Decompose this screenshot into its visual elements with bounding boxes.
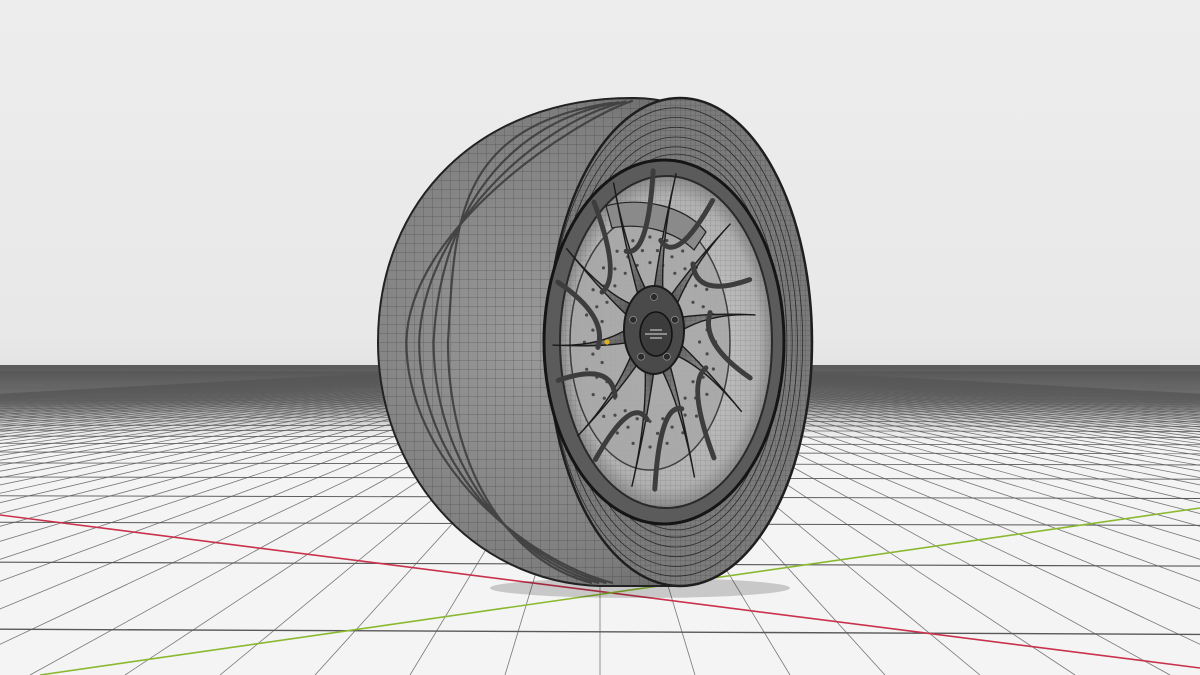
disc-hole: [691, 380, 695, 384]
disc-hole: [585, 367, 589, 371]
disc-hole: [648, 261, 652, 265]
disc-hole: [591, 288, 595, 292]
disc-hole: [626, 425, 630, 429]
disc-hole: [613, 284, 617, 288]
disc-hole: [670, 255, 674, 259]
disc-hole: [681, 249, 685, 253]
lug-nut: [650, 293, 658, 301]
disc-hole: [665, 441, 669, 445]
disc-hole: [648, 235, 652, 239]
disc-hole: [705, 352, 709, 356]
disc-hole: [694, 284, 698, 288]
disc-hole: [631, 441, 635, 445]
disc-hole: [605, 300, 609, 304]
disc-hole: [691, 300, 695, 304]
disc-hole: [600, 360, 604, 365]
disc-hole: [631, 239, 635, 243]
disc-hole: [683, 396, 687, 400]
disc-hole: [673, 271, 677, 275]
disc-hole: [602, 414, 606, 418]
lug-nut: [629, 315, 637, 324]
lug-nut: [671, 315, 679, 324]
disc-hole: [602, 396, 606, 400]
disc-hole: [698, 340, 702, 344]
wheel-rim[interactable]: [542, 158, 786, 526]
valve-stem: [604, 339, 610, 345]
disc-hole: [683, 267, 687, 271]
disc-hole: [601, 266, 606, 270]
disc-hole: [600, 319, 604, 324]
disc-hole: [670, 425, 674, 429]
disc-hole: [623, 409, 627, 413]
disc-hole: [683, 413, 687, 417]
disc-hole: [615, 431, 619, 435]
disc-hole: [595, 305, 599, 309]
disc-hole: [648, 445, 652, 449]
disc-hole: [711, 367, 716, 371]
3d-viewport[interactable]: [0, 0, 1200, 675]
disc-hole: [655, 249, 660, 253]
lug-nut: [637, 352, 645, 361]
disc-hole: [705, 392, 709, 396]
disc-hole: [701, 305, 705, 309]
disc-hole: [591, 328, 595, 332]
viewport-scene[interactable]: [0, 0, 1200, 675]
disc-hole: [665, 239, 669, 243]
disc-hole: [613, 413, 617, 417]
disc-hole: [613, 267, 617, 271]
disc-hole: [635, 417, 639, 421]
disc-hole: [694, 414, 699, 418]
disc-hole: [591, 352, 595, 356]
disc-hole: [640, 249, 645, 253]
disc-hole: [615, 249, 619, 253]
disc-hole: [591, 393, 595, 397]
disc-hole: [705, 287, 709, 291]
lug-nut: [663, 352, 671, 361]
disc-hole: [585, 313, 589, 317]
disc-hole: [623, 271, 627, 275]
disc-hole: [656, 431, 660, 435]
